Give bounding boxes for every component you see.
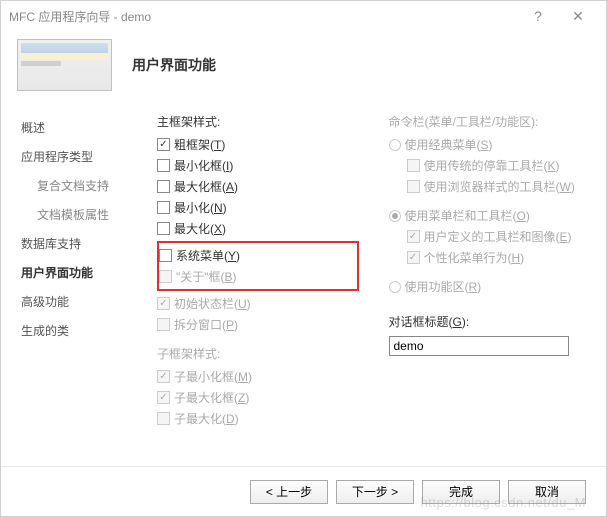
body: 概述 应用程序类型 复合文档支持 文档模板属性 数据库支持 用户界面功能 高级功… bbox=[1, 103, 606, 466]
sidebar-item-overview[interactable]: 概述 bbox=[17, 113, 157, 142]
child-maximized-label: 子最大化(D) bbox=[174, 410, 239, 427]
sidebar-item-ui[interactable]: 用户界面功能 bbox=[17, 258, 157, 287]
sidebar: 概述 应用程序类型 复合文档支持 文档模板属性 数据库支持 用户界面功能 高级功… bbox=[17, 103, 157, 466]
ribbon-label: 使用功能区(R) bbox=[405, 278, 482, 295]
header: 用户界面功能 bbox=[1, 31, 606, 103]
classic-menu-label: 使用经典菜单(S) bbox=[405, 136, 493, 153]
about-label: "关于"框(B) bbox=[176, 268, 237, 285]
minbox-checkbox[interactable] bbox=[157, 159, 170, 172]
maximized-label: 最大化(X) bbox=[174, 220, 226, 237]
maxbox-label: 最大化框(A) bbox=[174, 178, 238, 195]
thick-frame-label: 粗框架(T) bbox=[174, 136, 225, 153]
highlight-box: 系统菜单(Y) "关于"框(B) bbox=[157, 241, 359, 291]
sysmenu-label: 系统菜单(Y) bbox=[176, 247, 240, 264]
child-maximized-checkbox bbox=[157, 412, 170, 425]
about-checkbox bbox=[159, 270, 172, 283]
child-minbox-label: 子最小化框(M) bbox=[174, 368, 252, 385]
minimized-label: 最小化(N) bbox=[174, 199, 227, 216]
sidebar-item-compound[interactable]: 复合文档支持 bbox=[17, 171, 157, 200]
userimg-checkbox bbox=[407, 230, 420, 243]
right-col: 命令栏(菜单/工具栏/功能区): 使用经典菜单(S) 使用传统的停靠工具栏(K)… bbox=[389, 113, 591, 466]
ribbon-radio bbox=[389, 281, 401, 293]
cmdbar-label: 命令栏(菜单/工具栏/功能区): bbox=[389, 113, 591, 130]
browserbars-checkbox bbox=[407, 180, 420, 193]
dockbars-checkbox bbox=[407, 159, 420, 172]
child-maxbox-checkbox bbox=[157, 391, 170, 404]
help-button[interactable]: ? bbox=[518, 8, 558, 24]
minbox-label: 最小化框(I) bbox=[174, 157, 233, 174]
personal-label: 个性化菜单行为(H) bbox=[424, 249, 525, 266]
titlebar: MFC 应用程序向导 - demo ? ✕ bbox=[1, 1, 606, 31]
next-button[interactable]: 下一步 > bbox=[336, 480, 414, 504]
childframe-label: 子框架样式: bbox=[157, 345, 359, 362]
menubar-radio bbox=[389, 210, 401, 222]
page-title: 用户界面功能 bbox=[132, 55, 216, 75]
sidebar-item-database[interactable]: 数据库支持 bbox=[17, 229, 157, 258]
sidebar-item-apptype[interactable]: 应用程序类型 bbox=[17, 142, 157, 171]
browserbars-label: 使用浏览器样式的工具栏(W) bbox=[424, 178, 575, 195]
mainframe-label: 主框架样式: bbox=[157, 113, 359, 130]
sysmenu-checkbox[interactable] bbox=[159, 249, 172, 262]
statusbar-label: 初始状态栏(U) bbox=[174, 295, 251, 312]
close-button[interactable]: ✕ bbox=[558, 8, 598, 25]
classic-menu-radio bbox=[389, 139, 401, 151]
sidebar-item-doctemplate[interactable]: 文档模板属性 bbox=[17, 200, 157, 229]
child-maxbox-label: 子最大化框(Z) bbox=[174, 389, 249, 406]
userimg-label: 用户定义的工具栏和图像(E) bbox=[424, 228, 572, 245]
content: 主框架样式: 粗框架(T) 最小化框(I) 最大化框(A) 最小化(N) 最大化… bbox=[157, 103, 590, 466]
dlgtitle-input[interactable] bbox=[389, 336, 569, 356]
minimized-checkbox[interactable] bbox=[157, 201, 170, 214]
finish-button[interactable]: 完成 bbox=[422, 480, 500, 504]
sidebar-item-generated[interactable]: 生成的类 bbox=[17, 316, 157, 345]
wizard-window: MFC 应用程序向导 - demo ? ✕ 用户界面功能 概述 应用程序类型 复… bbox=[0, 0, 607, 517]
split-checkbox bbox=[157, 318, 170, 331]
personal-checkbox bbox=[407, 251, 420, 264]
maximized-checkbox[interactable] bbox=[157, 222, 170, 235]
thick-frame-checkbox[interactable] bbox=[157, 138, 170, 151]
child-minbox-checkbox bbox=[157, 370, 170, 383]
maxbox-checkbox[interactable] bbox=[157, 180, 170, 193]
split-label: 拆分窗口(P) bbox=[174, 316, 238, 333]
dockbars-label: 使用传统的停靠工具栏(K) bbox=[424, 157, 560, 174]
cancel-button[interactable]: 取消 bbox=[508, 480, 586, 504]
footer: < 上一步 下一步 > 完成 取消 https://blog.csdn.net/… bbox=[1, 466, 606, 516]
statusbar-checkbox bbox=[157, 297, 170, 310]
menubar-label: 使用菜单栏和工具栏(O) bbox=[405, 207, 530, 224]
dlgtitle-label: 对话框标题(G): bbox=[389, 313, 591, 330]
window-title: MFC 应用程序向导 - demo bbox=[9, 8, 518, 25]
preview-thumbnail bbox=[17, 39, 112, 91]
prev-button[interactable]: < 上一步 bbox=[250, 480, 328, 504]
left-col: 主框架样式: 粗框架(T) 最小化框(I) 最大化框(A) 最小化(N) 最大化… bbox=[157, 113, 359, 466]
sidebar-item-advanced[interactable]: 高级功能 bbox=[17, 287, 157, 316]
